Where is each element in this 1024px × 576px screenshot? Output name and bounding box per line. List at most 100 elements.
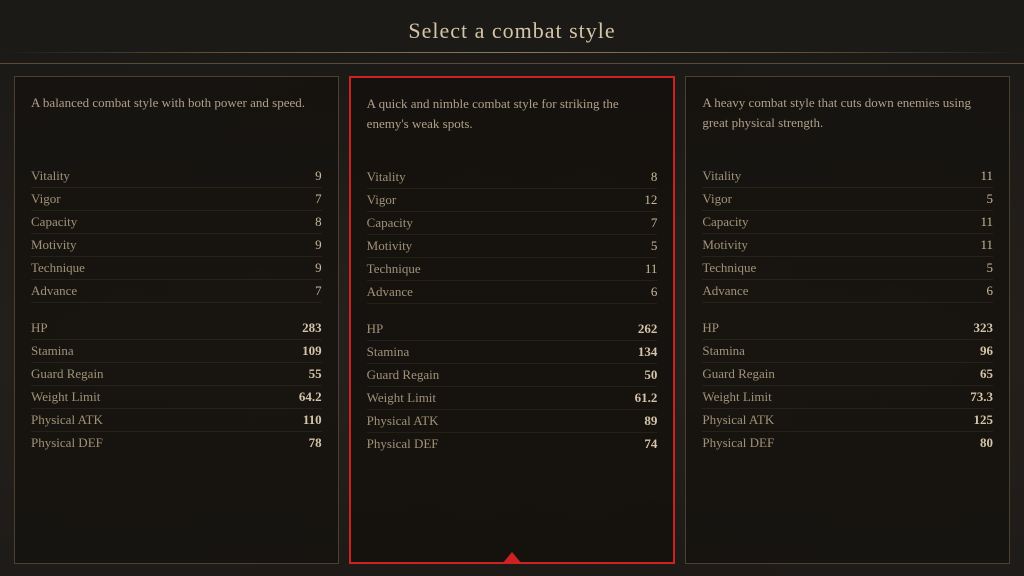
stat-row: Guard Regain 50	[367, 364, 658, 387]
stat-name: Motivity	[31, 237, 77, 253]
stat-row: Guard Regain 65	[702, 363, 993, 386]
stat-value: 9	[315, 260, 322, 276]
stat-row: Stamina 96	[702, 340, 993, 363]
stat-value: 12	[644, 192, 657, 208]
stats-section-balanced: Vitality 9 Vigor 7 Capacity 8 Motivity 9…	[31, 165, 322, 454]
stat-value: 5	[651, 238, 658, 254]
stat-value: 8	[651, 169, 658, 185]
stat-row: Advance 7	[31, 280, 322, 303]
stat-value: 50	[644, 367, 657, 383]
stat-row: HP 283	[31, 317, 322, 340]
stat-value: 262	[638, 321, 658, 337]
page-wrapper: Select a combat style A balanced combat …	[0, 0, 1024, 576]
stat-row: Physical DEF 78	[31, 432, 322, 454]
card-balanced[interactable]: A balanced combat style with both power …	[14, 76, 339, 564]
stat-row: Guard Regain 55	[31, 363, 322, 386]
stat-row: Technique 9	[31, 257, 322, 280]
stat-row: Vigor 12	[367, 189, 658, 212]
stat-value: 73.3	[970, 389, 993, 405]
selected-indicator	[502, 552, 522, 564]
stat-row: Physical ATK 89	[367, 410, 658, 433]
stat-value: 110	[303, 412, 322, 428]
stat-value: 7	[315, 191, 322, 207]
stat-value: 78	[309, 435, 322, 451]
stat-name: Weight Limit	[367, 390, 436, 406]
stat-row: Physical ATK 110	[31, 409, 322, 432]
stat-name: Capacity	[31, 214, 77, 230]
stats-divider	[702, 303, 993, 317]
stat-row: Weight Limit 73.3	[702, 386, 993, 409]
stat-name: Vitality	[367, 169, 406, 185]
stat-name: HP	[367, 321, 384, 337]
stat-value: 11	[645, 261, 658, 277]
stat-value: 134	[638, 344, 658, 360]
stat-row: Advance 6	[367, 281, 658, 304]
stat-row: Vitality 8	[367, 166, 658, 189]
stat-name: HP	[31, 320, 48, 336]
stat-row: Vigor 7	[31, 188, 322, 211]
stat-name: Physical DEF	[367, 436, 439, 452]
stat-name: Physical DEF	[702, 435, 774, 451]
stat-row: HP 323	[702, 317, 993, 340]
stat-value: 65	[980, 366, 993, 382]
stat-name: Physical ATK	[702, 412, 774, 428]
stat-value: 64.2	[299, 389, 322, 405]
stat-row: Capacity 8	[31, 211, 322, 234]
stat-value: 11	[980, 168, 993, 184]
stat-value: 11	[980, 214, 993, 230]
stat-row: Motivity 5	[367, 235, 658, 258]
stat-row: Weight Limit 64.2	[31, 386, 322, 409]
stat-value: 9	[315, 168, 322, 184]
stat-name: Physical ATK	[367, 413, 439, 429]
stat-name: Weight Limit	[702, 389, 771, 405]
card-heavy[interactable]: A heavy combat style that cuts down enem…	[685, 76, 1010, 564]
stat-row: Physical ATK 125	[702, 409, 993, 432]
stat-name: Physical ATK	[31, 412, 103, 428]
stat-row: Vitality 11	[702, 165, 993, 188]
stat-value: 283	[302, 320, 322, 336]
stat-value: 6	[987, 283, 994, 299]
stat-name: Guard Regain	[31, 366, 104, 382]
card-description-nimble: A quick and nimble combat style for stri…	[367, 94, 658, 146]
stat-value: 5	[987, 191, 994, 207]
stat-row: Technique 11	[367, 258, 658, 281]
stat-name: Vigor	[702, 191, 732, 207]
stat-name: Stamina	[31, 343, 74, 359]
stat-value: 7	[315, 283, 322, 299]
stat-row: Physical DEF 74	[367, 433, 658, 455]
stat-value: 5	[987, 260, 994, 276]
stat-name: Advance	[702, 283, 748, 299]
stat-row: Motivity 11	[702, 234, 993, 257]
stat-name: Motivity	[367, 238, 413, 254]
stat-name: Technique	[702, 260, 756, 276]
stat-value: 9	[315, 237, 322, 253]
stat-row: Capacity 11	[702, 211, 993, 234]
stat-value: 80	[980, 435, 993, 451]
stat-row: Technique 5	[702, 257, 993, 280]
stat-value: 61.2	[635, 390, 658, 406]
stat-row: Vigor 5	[702, 188, 993, 211]
stat-row: Capacity 7	[367, 212, 658, 235]
stat-name: HP	[702, 320, 719, 336]
stat-name: Stamina	[702, 343, 745, 359]
stat-value: 89	[644, 413, 657, 429]
stat-name: Physical DEF	[31, 435, 103, 451]
stat-value: 55	[309, 366, 322, 382]
stat-value: 8	[315, 214, 322, 230]
stat-value: 109	[302, 343, 322, 359]
stat-value: 7	[651, 215, 658, 231]
stat-name: Vitality	[31, 168, 70, 184]
stat-name: Technique	[367, 261, 421, 277]
stat-name: Guard Regain	[702, 366, 775, 382]
card-nimble[interactable]: A quick and nimble combat style for stri…	[349, 76, 676, 564]
stat-name: Vitality	[702, 168, 741, 184]
stat-value: 125	[974, 412, 994, 428]
stat-name: Capacity	[702, 214, 748, 230]
stat-name: Vigor	[367, 192, 397, 208]
stats-divider	[367, 304, 658, 318]
stat-name: Vigor	[31, 191, 61, 207]
stats-section-heavy: Vitality 11 Vigor 5 Capacity 11 Motivity…	[702, 165, 993, 454]
stat-name: Capacity	[367, 215, 413, 231]
stat-name: Guard Regain	[367, 367, 440, 383]
stat-name: Advance	[367, 284, 413, 300]
